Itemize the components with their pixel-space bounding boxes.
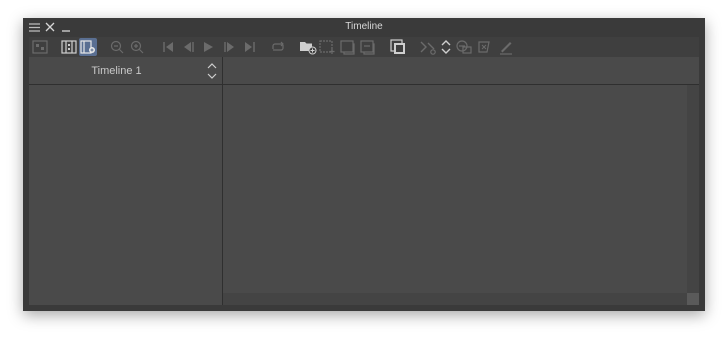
stepper-icon[interactable] [437, 38, 455, 56]
vertical-scrollbar[interactable] [687, 85, 699, 293]
new-timeline-icon[interactable] [31, 38, 49, 56]
frame-ruler[interactable] [223, 57, 699, 85]
window-title: Timeline [345, 21, 383, 32]
specify-cel-icon[interactable] [339, 38, 357, 56]
loop-icon[interactable] [269, 38, 287, 56]
new-cel-icon[interactable] [319, 38, 337, 56]
timeline-content: Timeline 1 [29, 57, 699, 305]
edit-keyframe-icon[interactable] [497, 38, 515, 56]
title-bar: Timeline [23, 18, 705, 37]
first-frame-icon[interactable] [159, 38, 177, 56]
onion-skin-icon[interactable] [60, 38, 78, 56]
play-icon[interactable] [199, 38, 217, 56]
new-animation-folder-icon[interactable] [299, 38, 317, 56]
layers-list[interactable] [29, 85, 223, 305]
timeline-toolbar [29, 37, 699, 57]
zoom-out-icon[interactable] [108, 38, 126, 56]
timeline-name: Timeline 1 [91, 65, 142, 77]
show-cel-icon[interactable] [79, 38, 97, 56]
camerawork-icon[interactable] [455, 38, 473, 56]
timeline-selector-stepper[interactable] [206, 61, 218, 81]
timeline-panel: Timeline Timeline 1 [23, 18, 705, 311]
remove-keyframe-icon[interactable] [475, 38, 493, 56]
frames-grid[interactable] [223, 85, 687, 293]
lightbox-icon[interactable] [389, 38, 407, 56]
clear-cel-icon[interactable] [359, 38, 377, 56]
last-frame-icon[interactable] [241, 38, 259, 56]
zoom-in-icon[interactable] [128, 38, 146, 56]
next-frame-icon[interactable] [221, 38, 239, 56]
horizontal-scrollbar[interactable] [223, 293, 687, 305]
timeline-selector[interactable]: Timeline 1 [29, 57, 223, 85]
previous-frame-icon[interactable] [179, 38, 197, 56]
keyframe-icon[interactable] [419, 38, 437, 56]
scrollbar-corner [687, 293, 699, 305]
